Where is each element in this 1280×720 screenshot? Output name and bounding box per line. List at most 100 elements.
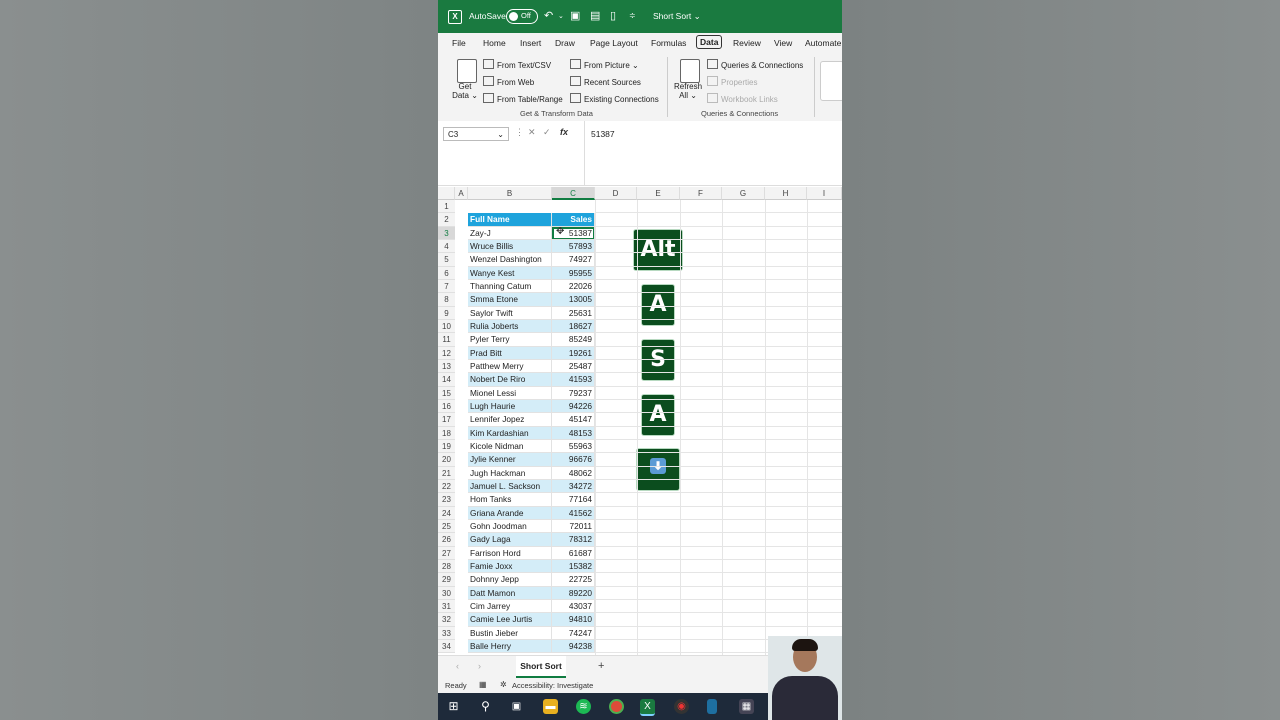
row-header[interactable]: 18 [438,426,455,440]
table-cell-name[interactable]: Jamuel L. Sackson [468,479,552,494]
from-picture-button[interactable]: From Picture ⌄ [570,59,639,70]
recent-sources-button[interactable]: Recent Sources [570,76,641,87]
row-header[interactable]: 11 [438,333,455,347]
table-cell-sales[interactable]: 41562 [552,506,595,520]
table-cell-sales[interactable]: 45147 [552,413,595,427]
tab-page-layout[interactable]: Page Layout [590,38,638,48]
scroll-right-icon[interactable]: › [478,661,481,671]
table-cell-sales[interactable]: 78312 [552,533,595,547]
col-header-e[interactable]: E [637,187,680,200]
calculator-icon[interactable]: ▦ [739,699,754,714]
table-cell-name[interactable]: Bustin Jieber [468,626,552,640]
table-cell-sales[interactable]: 55963 [552,439,595,454]
table-cell-name[interactable]: Lugh Haurie [468,399,552,414]
table-cell-sales[interactable]: 89220 [552,586,595,600]
add-sheet-button[interactable]: + [598,660,604,672]
name-box[interactable]: C3 ⌄ [443,127,509,141]
row-header[interactable]: 29 [438,573,455,587]
table-cell-sales[interactable]: 72011 [552,519,595,534]
tab-review[interactable]: Review [733,38,761,48]
excel-taskbar-icon[interactable]: X [640,699,655,716]
enter-icon[interactable]: ✓ [543,127,551,138]
table-cell-sales[interactable]: 13005 [552,293,595,307]
row-header[interactable]: 16 [438,399,455,414]
row-header[interactable]: 27 [438,546,455,560]
table-cell-sales[interactable]: 51387 [552,226,595,240]
chrome-icon[interactable] [609,699,624,714]
search-icon[interactable]: ⚲ [478,699,493,714]
table-cell-name[interactable]: Nobert De Riro [468,373,552,387]
col-header-g[interactable]: G [722,187,765,200]
col-header-f[interactable]: F [680,187,722,200]
table-cell-sales[interactable]: 77164 [552,493,595,507]
table-cell-name[interactable]: Gady Laga [468,533,552,547]
table-cell-name[interactable]: Famie Joxx [468,559,552,574]
row-header[interactable]: 6 [438,266,455,280]
windows-start-icon[interactable]: ⊞ [446,699,461,714]
row-header[interactable]: 5 [438,253,455,267]
table-cell-sales[interactable]: 19261 [552,346,595,360]
table-cell-sales[interactable]: 43037 [552,599,595,614]
table-cell-name[interactable]: Datt Mamon [468,586,552,600]
row-header[interactable]: 25 [438,519,455,534]
row-header[interactable]: 28 [438,559,455,574]
existing-connections-button[interactable]: Existing Connections [570,93,659,104]
table-cell-sales[interactable]: 25631 [552,306,595,320]
cancel-icon[interactable]: ✕ [528,127,536,138]
table-cell-sales[interactable]: 41593 [552,373,595,387]
tab-formulas[interactable]: Formulas [651,38,686,48]
row-header[interactable]: 3 [438,226,455,240]
row-header[interactable]: 19 [438,439,455,454]
table-cell-sales[interactable]: 15382 [552,559,595,574]
properties-button[interactable]: Properties [707,76,757,87]
col-header-d[interactable]: D [595,187,637,200]
scroll-left-icon[interactable]: ‹ [456,661,459,671]
row-header[interactable]: 20 [438,453,455,467]
row-header[interactable]: 22 [438,479,455,494]
table-cell-name[interactable]: Dohnny Jepp [468,573,552,587]
table-cell-name[interactable]: Kim Kardashian [468,426,552,440]
table-header-full-name[interactable]: Full Name [468,213,552,227]
tab-view[interactable]: View [774,38,792,48]
col-header-a[interactable]: A [455,187,468,200]
row-header[interactable]: 9 [438,306,455,320]
formula-input[interactable]: 51387 [591,129,615,139]
refresh-all-icon[interactable] [680,59,700,83]
col-header-h[interactable]: H [765,187,807,200]
insert-function-icon[interactable]: fx [560,127,568,137]
table-cell-sales[interactable]: 18627 [552,319,595,334]
table-header-sales[interactable]: Sales [552,213,595,227]
accessibility-icon[interactable]: ✲ [500,680,507,689]
row-header[interactable]: 4 [438,239,455,254]
table-cell-sales[interactable]: 22725 [552,573,595,587]
row-header[interactable]: 33 [438,626,455,640]
table-cell-name[interactable]: Gohn Joodman [468,519,552,534]
table-cell-name[interactable]: Griana Arande [468,506,552,520]
select-all-corner[interactable] [438,187,455,200]
tab-insert[interactable]: Insert [520,38,541,48]
row-header[interactable]: 21 [438,466,455,480]
row-header[interactable]: 23 [438,493,455,507]
table-cell-name[interactable]: Cim Jarrey [468,599,552,614]
table-cell-name[interactable]: Pyler Terry [468,333,552,347]
app-icon[interactable] [707,699,717,714]
row-header[interactable]: 24 [438,506,455,520]
table-cell-sales[interactable]: 85249 [552,333,595,347]
from-table-range-button[interactable]: From Table/Range [483,93,563,104]
tab-home[interactable]: Home [483,38,506,48]
table-cell-name[interactable]: Kicole Nidman [468,439,552,454]
row-header[interactable]: 10 [438,319,455,334]
sort-button-partial[interactable] [820,61,842,101]
macro-icon[interactable]: ▦ [479,680,487,689]
col-header-i[interactable]: I [807,187,842,200]
table-cell-name[interactable]: Rulia Joberts [468,319,552,334]
table-cell-sales[interactable]: 74247 [552,626,595,640]
tab-data[interactable]: Data [696,35,723,49]
row-header[interactable]: 15 [438,386,455,400]
undo-icon[interactable]: ↶ [544,9,553,22]
table-cell-name[interactable]: Patthew Merry [468,359,552,374]
table-cell-sales[interactable]: 94810 [552,613,595,627]
form-icon[interactable]: ▤ [590,9,600,22]
from-web-button[interactable]: From Web [483,76,534,87]
row-header[interactable]: 1 [438,200,455,214]
